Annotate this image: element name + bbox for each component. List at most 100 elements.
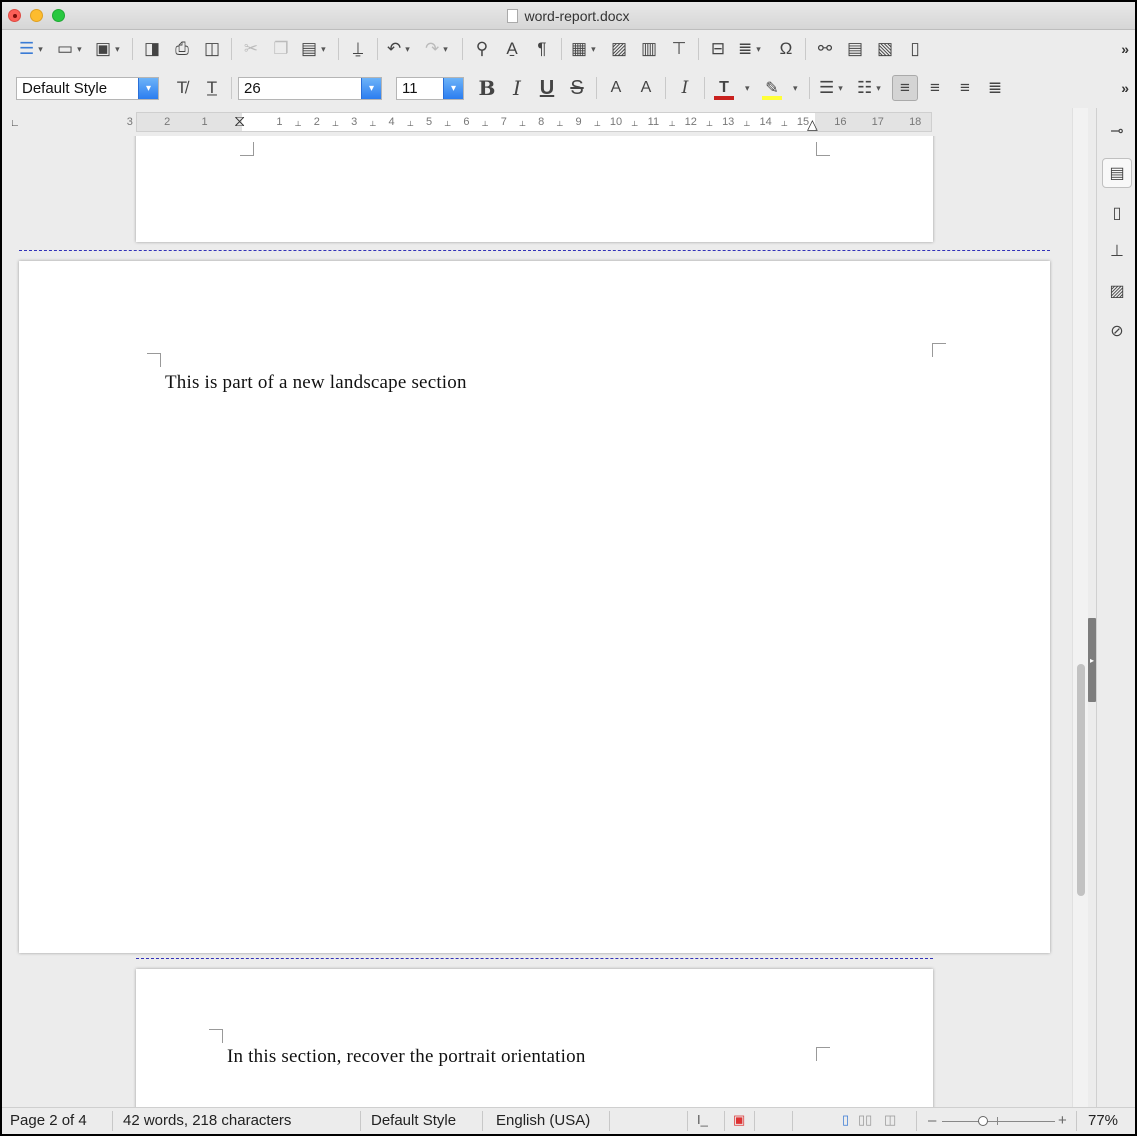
page-number-status[interactable]: Page 2 of 4 [10, 1112, 87, 1129]
print-preview-icon[interactable]: ◫ [199, 36, 225, 62]
ruler-tick-label: 18 [909, 116, 922, 128]
clone-formatting-icon[interactable]: ⍊ [345, 36, 371, 62]
left-indent-marker[interactable]: ⧖ [234, 113, 245, 131]
paste-icon[interactable]: ▤ [298, 36, 332, 62]
style-inspector-icon[interactable]: ⊥ [1102, 236, 1132, 266]
insert-textbox-icon[interactable]: ⊤ [666, 36, 692, 62]
justify-icon[interactable]: ≣ [982, 75, 1008, 101]
redo-icon[interactable]: ↷ [422, 36, 456, 62]
portrait-paragraph[interactable]: In this section, recover the portrait or… [227, 1046, 586, 1068]
export-pdf-icon[interactable]: ◨ [139, 36, 165, 62]
update-style-icon[interactable]: T̸ [169, 75, 195, 101]
chevron-down-icon[interactable]: ▾ [138, 77, 158, 99]
paragraph-style-value: Default Style [22, 79, 108, 97]
bold-button[interactable]: B [474, 75, 500, 101]
numbered-list-icon[interactable]: ☷ [854, 75, 888, 101]
vertical-scrollbar[interactable] [1072, 108, 1088, 1107]
align-left-icon[interactable]: ≡ [892, 75, 918, 101]
horizontal-ruler[interactable]: ⧖ △ 3 2 1 1 ┴ 2 ┴ 3 ┴ 4 ┴ 5 ┴ 6 ┴ 7 ┴ 8 ┴ 9 ┴ 10 ┴ 11 ┴ 12 ┴ 13 ┴ 14 ┴… [127, 112, 932, 132]
insert-bookmark-icon[interactable]: ▯ [902, 36, 928, 62]
zoom-in-button[interactable]: + [1058, 1112, 1067, 1129]
save-icon[interactable]: ▣ [92, 36, 126, 62]
highlight-color-swatch [762, 96, 782, 100]
zoom-slider-knob[interactable] [978, 1116, 988, 1126]
scrollbar-thumb[interactable] [1077, 664, 1085, 896]
word-count-status[interactable]: 42 words, 218 characters [123, 1112, 291, 1129]
insert-mode-icon[interactable]: I_ [697, 1112, 708, 1127]
language-status[interactable]: English (USA) [496, 1112, 590, 1129]
insert-chart-icon[interactable]: ▥ [636, 36, 662, 62]
book-view-icon[interactable]: ◫ [884, 1112, 896, 1128]
zoom-level-status[interactable]: 77% [1088, 1112, 1118, 1129]
single-page-view-icon[interactable]: ▯ [842, 1112, 849, 1128]
new-style-icon[interactable]: T̲ [199, 75, 225, 101]
page-icon[interactable]: ▯ [1102, 198, 1132, 228]
sidebar-deck: ⊸ ▤ ▯ ⊥ ▨ ⊘ [1096, 108, 1135, 1107]
paragraph-style-select[interactable]: Default Style ▾ [16, 76, 159, 100]
chevron-down-icon[interactable]: ▾ [443, 77, 463, 99]
default-tab-stop: ┴ [744, 121, 750, 130]
page-3-portrait[interactable]: In this section, recover the portrait or… [136, 969, 933, 1107]
ruler-tick-label: 7 [500, 116, 507, 128]
toggle-sidebar-icon[interactable]: ☰ [16, 36, 50, 62]
highlight-color-button[interactable]: ✎ [759, 75, 785, 101]
insert-field-icon[interactable]: ≣ [735, 36, 769, 62]
toolbar-separator [665, 77, 666, 99]
find-replace-icon[interactable]: ⚲ [469, 36, 495, 62]
print-icon[interactable]: ⎙ [169, 36, 195, 62]
page-style-status[interactable]: Default Style [371, 1112, 456, 1129]
italic-button[interactable]: I [504, 75, 530, 101]
copy-icon[interactable]: ❐ [268, 36, 294, 62]
zoom-out-button[interactable]: – [928, 1112, 936, 1129]
spelling-icon[interactable]: A̱ [499, 36, 525, 62]
font-name-input[interactable]: 26 ▾ [238, 76, 382, 100]
page-1[interactable] [136, 136, 933, 242]
font-color-dropdown[interactable] [741, 75, 755, 101]
sidebar-collapse-handle[interactable]: ▸ [1088, 618, 1096, 702]
chevron-down-icon[interactable]: ▾ [361, 77, 381, 99]
strikethrough-button[interactable]: S [564, 75, 590, 101]
bullet-list-icon[interactable]: ☰ [816, 75, 850, 101]
status-separator [1076, 1111, 1077, 1131]
subscript-button[interactable]: A [633, 75, 659, 101]
text-boundary-corner [932, 343, 946, 357]
open-folder-icon[interactable]: ▭ [54, 36, 88, 62]
insert-footnote-icon[interactable]: ▤ [842, 36, 868, 62]
underline-button[interactable]: U [534, 75, 560, 101]
properties-icon[interactable]: ⊸ [1102, 116, 1132, 146]
highlight-color-dropdown[interactable] [789, 75, 803, 101]
insert-page-break-icon[interactable]: ⊟ [705, 36, 731, 62]
document-canvas[interactable]: This is part of a new landscape section … [2, 136, 1072, 1107]
more-options-icon[interactable]: » [1121, 41, 1129, 57]
special-character-icon[interactable]: Ω [773, 36, 799, 62]
window-title-wrap: word-report.docx [2, 8, 1135, 24]
insert-endnote-icon[interactable]: ▧ [872, 36, 898, 62]
default-tab-stop: ┴ [631, 121, 638, 130]
insert-table-icon[interactable]: ▦ [568, 36, 602, 62]
insert-hyperlink-icon[interactable]: ⚯ [812, 36, 838, 62]
tab-type-icon[interactable]: ∟ [10, 118, 20, 129]
cut-icon[interactable]: ✂ [238, 36, 264, 62]
zoom-center-tick [997, 1117, 998, 1125]
page-2-landscape[interactable]: This is part of a new landscape section [19, 261, 1050, 953]
ruler-tick-label: 17 [871, 116, 884, 128]
document-modified-icon[interactable]: ▣ [733, 1112, 745, 1128]
window-title: word-report.docx [524, 8, 630, 24]
align-right-icon[interactable]: ≡ [952, 75, 978, 101]
formatting-marks-icon[interactable]: ¶ [529, 36, 555, 62]
zoom-slider[interactable] [942, 1116, 1055, 1126]
superscript-button[interactable]: A [603, 75, 629, 101]
more-options-icon[interactable]: » [1121, 80, 1129, 96]
font-size-input[interactable]: 11 ▾ [396, 76, 464, 100]
landscape-paragraph[interactable]: This is part of a new landscape section [165, 372, 467, 394]
font-color-button[interactable]: T [711, 75, 737, 101]
navigator-icon[interactable]: ⊘ [1102, 316, 1132, 346]
gallery-icon[interactable]: ▨ [1102, 276, 1132, 306]
undo-icon[interactable]: ↶ [384, 36, 418, 62]
align-center-icon[interactable]: ≡ [922, 75, 948, 101]
insert-image-icon[interactable]: ▨ [606, 36, 632, 62]
multi-page-view-icon[interactable]: ▯▯ [858, 1112, 872, 1128]
clear-formatting-button[interactable]: I [672, 75, 698, 101]
document-icon [507, 9, 519, 23]
styles-icon[interactable]: ▤ [1102, 158, 1132, 188]
